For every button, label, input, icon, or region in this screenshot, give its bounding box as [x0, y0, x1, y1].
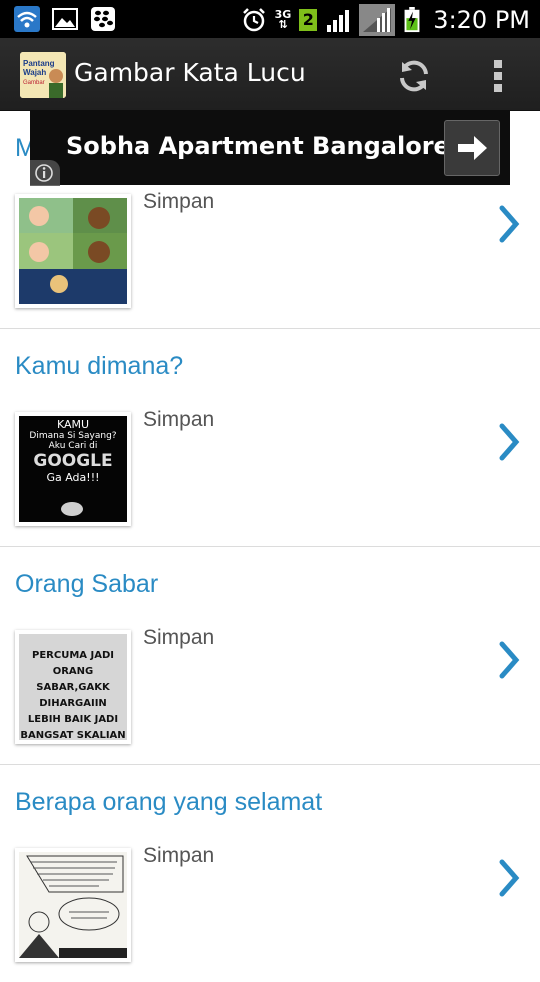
thumb-text-line: LEBIH BAIK JADI: [27, 714, 119, 725]
ad-info-button[interactable]: [30, 160, 60, 186]
signal-strength-icon: [327, 10, 350, 32]
alarm-icon: [242, 8, 265, 32]
thumb-text-line: BANGSAT SKALIAN: [20, 730, 126, 740]
wifi-icon: [14, 6, 40, 32]
action-bar: Pantang Wajah Gambar Gambar Kata Lucu: [0, 38, 540, 111]
thumbnail-kamu-dimana: KAMU Dimana Si Sayang? Aku Cari di GOOGL…: [19, 418, 127, 484]
status-bar-left: [14, 6, 116, 32]
save-label[interactable]: Simpan: [143, 408, 214, 432]
svg-text:Wajah: Wajah: [23, 68, 46, 77]
app-icon[interactable]: Pantang Wajah Gambar: [20, 52, 66, 98]
refresh-icon[interactable]: [392, 54, 436, 98]
status-bar-right: 3G ⇅ 2 3:20 PM: [241, 4, 530, 36]
thumbnail-orang-sabar: PERCUMA JADI ORANG SABAR,GAKK DIHARGAIIN…: [19, 648, 127, 740]
overflow-menu-icon[interactable]: [484, 54, 512, 98]
ad-text[interactable]: Sobha Apartment Bangalore: [66, 132, 450, 160]
thumb-text-line: GOOGLE: [33, 451, 113, 471]
image-notification-icon: [52, 8, 78, 30]
save-label[interactable]: Simpan: [143, 190, 214, 214]
thumbnail-image-masha: [19, 198, 127, 304]
post-thumbnail[interactable]: [15, 194, 131, 308]
thumb-text-line: DIHARGAIIN: [39, 698, 107, 709]
list-item[interactable]: Orang Sabar PERCUMA JADI ORANG SABAR,GAK…: [0, 546, 540, 765]
chevron-right-icon[interactable]: [496, 640, 524, 680]
blackberry-messenger-icon: [91, 7, 115, 31]
post-title[interactable]: Berapa orang yang selamat: [15, 788, 322, 817]
post-thumbnail[interactable]: PERCUMA JADI ORANG SABAR,GAKK DIHARGAIIN…: [15, 630, 131, 744]
arrow-right-icon: [458, 136, 487, 160]
thumb-text-line: Dimana Si Sayang?: [29, 431, 117, 441]
app-logo-image: Pantang Wajah Gambar: [20, 52, 66, 98]
status-bar: 3G ⇅ 2 3:20 PM: [0, 0, 540, 38]
post-thumbnail[interactable]: KAMU Dimana Si Sayang? Aku Cari di GOOGL…: [15, 412, 131, 526]
post-title[interactable]: Kamu dimana?: [15, 352, 183, 381]
thumbnail-decoration: [61, 502, 83, 516]
chevron-right-icon[interactable]: [496, 204, 524, 244]
sim-badge: 2: [299, 9, 318, 31]
ad-arrow-button[interactable]: [444, 120, 500, 176]
battery-charging-icon: [404, 7, 420, 33]
clock-time: 3:20 PM: [433, 6, 530, 34]
post-thumbnail[interactable]: [15, 848, 131, 962]
signal-strength-secondary-icon: [359, 4, 396, 36]
network-type-indicator: 3G ⇅: [275, 9, 292, 31]
post-title[interactable]: Orang Sabar: [15, 570, 158, 599]
info-icon: [35, 164, 53, 182]
svg-text:Pantang: Pantang: [23, 59, 55, 68]
thumb-text-line: KAMU: [56, 418, 90, 431]
ad-banner[interactable]: Sobha Apartment Bangalore: [30, 110, 510, 185]
save-label[interactable]: Simpan: [143, 844, 214, 868]
thumb-text-line: Ga Ada!!!: [46, 471, 100, 484]
data-arrows-icon: ⇅: [278, 18, 288, 31]
list-item[interactable]: Kamu dimana? KAMU Dimana Si Sayang? Aku …: [0, 328, 540, 547]
thumb-text-line: Aku Cari di: [48, 441, 98, 451]
chevron-right-icon[interactable]: [496, 858, 524, 898]
chevron-right-icon[interactable]: [496, 422, 524, 462]
list-item[interactable]: Berapa orang yang selamat Simpan: [0, 764, 540, 982]
save-label[interactable]: Simpan: [143, 626, 214, 650]
svg-text:Gambar: Gambar: [23, 80, 45, 86]
app-title: Gambar Kata Lucu: [74, 58, 306, 87]
thumb-text-line: ORANG SABAR,GAKK: [36, 666, 110, 693]
thumbnail-comic: [19, 852, 127, 958]
thumb-text-line: PERCUMA JADI: [32, 650, 114, 661]
